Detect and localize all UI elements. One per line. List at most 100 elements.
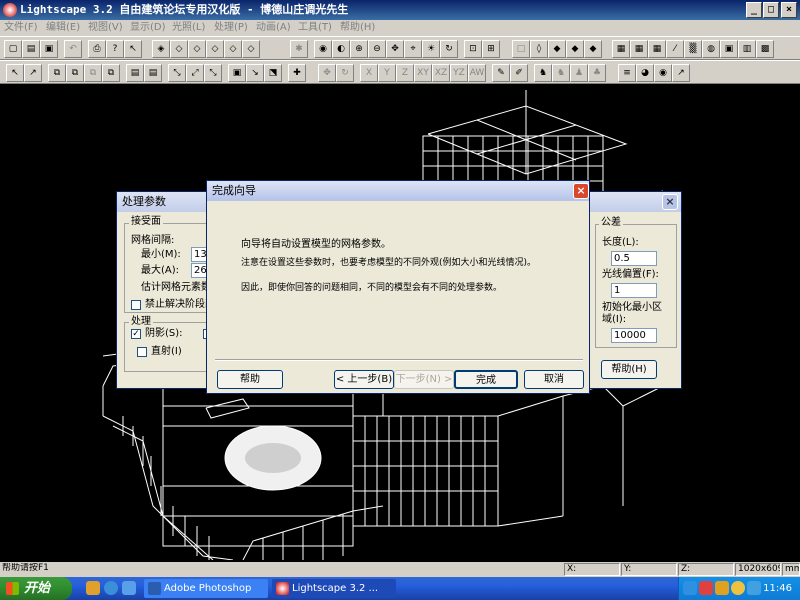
x-axis-button[interactable]: X [360, 64, 378, 82]
align-icon[interactable]: ⤡ [204, 64, 222, 82]
layer-icon[interactable]: ▦ [612, 40, 630, 58]
app-icon[interactable] [3, 3, 17, 17]
material-icon[interactable]: ◈ [152, 40, 170, 58]
grid-icon[interactable]: ⊞ [482, 40, 500, 58]
length-field[interactable]: 0.5 [611, 251, 657, 266]
finish-button[interactable]: 完成 [454, 370, 518, 389]
init-min-area-field[interactable]: 10000 [611, 328, 657, 343]
copy-icon[interactable]: ⧉ [102, 64, 120, 82]
quicklaunch-explorer-icon[interactable] [122, 581, 136, 595]
wizard-help-button[interactable]: 帮助 [217, 370, 283, 389]
yz-plane-button[interactable]: YZ [450, 64, 468, 82]
shadows-checkbox[interactable]: ✓ [131, 329, 141, 339]
maximize-button[interactable]: □ [763, 2, 779, 18]
task-lightscape[interactable]: Lightscape 3.2 ... [272, 579, 396, 598]
walk-icon[interactable]: ⌖ [404, 40, 422, 58]
menu-animation[interactable]: 动画(A) [256, 20, 291, 36]
rotate-icon[interactable]: ↻ [440, 40, 458, 58]
pan-icon[interactable]: ✥ [386, 40, 404, 58]
zoom-out-icon[interactable]: ⧉ [84, 64, 102, 82]
pan-icon[interactable]: ✥ [318, 64, 336, 82]
proc-close-button[interactable]: × [662, 194, 678, 210]
grid-icon[interactable]: ▥ [738, 40, 756, 58]
wireframe-icon[interactable]: □ [512, 40, 530, 58]
eye-icon[interactable]: ◉ [314, 40, 332, 58]
orbit-icon[interactable]: ✱ [290, 40, 308, 58]
light-bulb-icon[interactable]: ◕ [636, 64, 654, 82]
cube-icon[interactable]: ◇ [170, 40, 188, 58]
render-icon[interactable]: ◆ [566, 40, 584, 58]
cube-icon[interactable]: ◇ [206, 40, 224, 58]
table-icon[interactable]: ▣ [720, 40, 738, 58]
rotate-icon[interactable]: ⤡ [168, 64, 186, 82]
layer-icon[interactable]: ▦ [648, 40, 666, 58]
spot-icon[interactable]: ↗ [672, 64, 690, 82]
save-icon[interactable]: ▣ [40, 40, 58, 58]
texture-icon[interactable]: ▩ [756, 40, 774, 58]
new-icon[interactable]: ▢ [4, 40, 22, 58]
zoom-out-icon[interactable]: ⊖ [368, 40, 386, 58]
climb-icon[interactable]: ♟ [570, 64, 588, 82]
spot-icon[interactable]: ◉ [654, 64, 672, 82]
ray-offset-field[interactable]: 1 [611, 283, 657, 298]
cube-icon[interactable]: ◇ [224, 40, 242, 58]
menu-view[interactable]: 视图(V) [88, 20, 123, 36]
zoom-in-icon[interactable]: ⧉ [66, 64, 84, 82]
tray-qq-icon[interactable] [731, 581, 745, 595]
scale-icon[interactable]: ⤢ [186, 64, 204, 82]
xz-plane-button[interactable]: XZ [432, 64, 450, 82]
z-axis-button[interactable]: Z [396, 64, 414, 82]
proc-help-button[interactable]: 帮助(H) [601, 360, 657, 379]
axis-icon[interactable]: ✚ [288, 64, 306, 82]
shaded-icon[interactable]: ◆ [548, 40, 566, 58]
pen-icon[interactable]: ⁄ [666, 40, 684, 58]
library-icon[interactable]: ≡ [618, 64, 636, 82]
window-icon[interactable]: ⊡ [464, 40, 482, 58]
pick-icon[interactable]: ↗ [24, 64, 42, 82]
tray-tool-icon[interactable] [715, 581, 729, 595]
open-icon[interactable]: ▤ [22, 40, 40, 58]
disable-resolution-checkbox[interactable] [131, 300, 141, 310]
render-icon[interactable]: ◆ [584, 40, 602, 58]
select-face-icon[interactable]: ↘ [246, 64, 264, 82]
cube-icon[interactable]: ◇ [242, 40, 260, 58]
wizard-close-button[interactable]: × [573, 183, 589, 199]
walk-icon[interactable]: ♞ [552, 64, 570, 82]
select-icon[interactable]: ↖ [6, 64, 24, 82]
task-photoshop[interactable]: Adobe Photoshop [144, 579, 268, 598]
undo-icon[interactable]: ↶ [64, 40, 82, 58]
tray-network-icon[interactable] [747, 581, 761, 595]
camera-icon[interactable]: ◐ [332, 40, 350, 58]
menu-process[interactable]: 处理(P) [214, 20, 248, 36]
zoom-icon[interactable]: ⊕ [350, 40, 368, 58]
globe-icon[interactable]: ◍ [702, 40, 720, 58]
orbit-icon[interactable]: ↻ [336, 64, 354, 82]
run-icon[interactable]: ♞ [534, 64, 552, 82]
edit-icon[interactable]: ▣ [228, 64, 246, 82]
whats-this-icon[interactable]: ↖ [124, 40, 142, 58]
menu-display[interactable]: 显示(D) [130, 20, 166, 36]
menu-file[interactable]: 文件(F) [4, 20, 38, 36]
move-icon[interactable]: ▤ [144, 64, 162, 82]
aw-button[interactable]: AW [468, 64, 486, 82]
cancel-button[interactable]: 取消 [524, 370, 584, 389]
tray-language-icon[interactable] [683, 581, 697, 595]
menu-light[interactable]: 光照(L) [172, 20, 205, 36]
next-button[interactable]: 下一步(N) > [394, 370, 454, 389]
menu-tools[interactable]: 工具(T) [298, 20, 332, 36]
close-button[interactable]: × [781, 2, 797, 18]
y-axis-button[interactable]: Y [378, 64, 396, 82]
edit-icon[interactable]: ✐ [510, 64, 528, 82]
solid-icon[interactable]: ◊ [530, 40, 548, 58]
layer-icon[interactable]: ▦ [630, 40, 648, 58]
direct-checkbox[interactable] [137, 347, 147, 357]
menu-help[interactable]: 帮助(H) [340, 20, 375, 36]
paste-icon[interactable]: ▤ [126, 64, 144, 82]
quicklaunch-ie-icon[interactable] [104, 581, 118, 595]
edit-icon[interactable]: ✎ [492, 64, 510, 82]
tree-icon[interactable]: ♣ [588, 64, 606, 82]
zoom-window-icon[interactable]: ⧉ [48, 64, 66, 82]
help-icon[interactable]: ? [106, 40, 124, 58]
minimize-button[interactable]: _ [746, 2, 762, 18]
cube-icon[interactable]: ◇ [188, 40, 206, 58]
